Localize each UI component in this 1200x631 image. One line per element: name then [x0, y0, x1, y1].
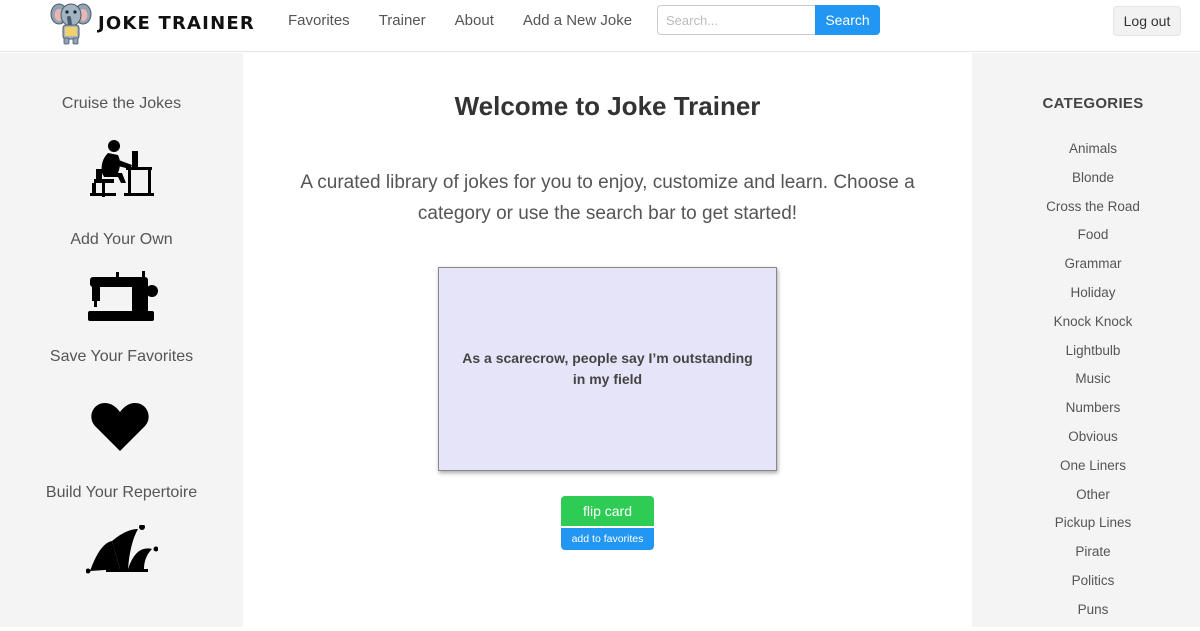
person-at-computer-icon: [90, 140, 154, 197]
feature-label-cruise: Cruise the Jokes: [61, 95, 182, 112]
categories-sidebar: CATEGORIES Animals Blonde Cross the Road…: [972, 53, 1200, 627]
feature-label-save: Save Your Favorites: [49, 348, 194, 365]
category-item-animals[interactable]: Animals: [972, 141, 1200, 170]
elephant-logo-icon: [50, 3, 92, 45]
category-item-holiday[interactable]: Holiday: [972, 285, 1200, 314]
jester-hat-icon: [86, 525, 158, 574]
category-item-knock-knock[interactable]: Knock Knock: [972, 314, 1200, 343]
joke-card[interactable]: As a scarecrow, people say I’m outstandi…: [438, 267, 777, 471]
search-form: Search: [657, 5, 880, 35]
logout-button[interactable]: Log out: [1113, 6, 1181, 36]
category-item-music[interactable]: Music: [972, 371, 1200, 400]
features-sidebar: Cruise the Jokes Add Your Own Save Your …: [0, 53, 243, 627]
category-item-numbers[interactable]: Numbers: [972, 400, 1200, 429]
category-item-one-liners[interactable]: One Liners: [972, 458, 1200, 487]
nav-link-favorites[interactable]: Favorites: [288, 12, 350, 29]
brand[interactable]: JOKE TRAINER: [50, 0, 255, 46]
category-item-grammar[interactable]: Grammar: [972, 256, 1200, 285]
category-item-pirate[interactable]: Pirate: [972, 544, 1200, 573]
category-item-food[interactable]: Food: [972, 227, 1200, 256]
category-item-other[interactable]: Other: [972, 487, 1200, 516]
feature-label-add: Add Your Own: [70, 231, 173, 248]
search-button[interactable]: Search: [815, 5, 880, 35]
brand-name: JOKE TRAINER: [98, 12, 255, 34]
nav-links: Favorites Trainer About Add a New Joke: [288, 12, 661, 29]
main-content: Welcome to Joke Trainer A curated librar…: [243, 53, 972, 627]
category-item-obvious[interactable]: Obvious: [972, 429, 1200, 458]
heart-icon: [91, 403, 149, 451]
nav-link-add-new-joke[interactable]: Add a New Joke: [523, 12, 632, 29]
nav-link-trainer[interactable]: Trainer: [379, 12, 426, 29]
feature-label-build: Build Your Repertoire: [45, 484, 198, 501]
category-item-puns[interactable]: Puns: [972, 602, 1200, 631]
nav-link-about[interactable]: About: [455, 12, 494, 29]
top-navbar: JOKE TRAINER Favorites Trainer About Add…: [0, 0, 1200, 52]
category-item-cross-the-road[interactable]: Cross the Road: [972, 199, 1200, 228]
joke-text: As a scarecrow, people say I’m outstandi…: [462, 350, 753, 387]
category-item-blonde[interactable]: Blonde: [972, 170, 1200, 199]
add-to-favorites-button[interactable]: add to favorites: [561, 528, 654, 550]
categories-title: CATEGORIES: [1042, 95, 1144, 112]
search-input[interactable]: [657, 5, 815, 35]
sewing-machine-icon: [88, 271, 158, 321]
categories-list: Animals Blonde Cross the Road Food Gramm…: [972, 141, 1200, 631]
category-item-politics[interactable]: Politics: [972, 573, 1200, 602]
flip-card-button[interactable]: flip card: [561, 496, 654, 526]
intro-text: A curated library of jokes for you to en…: [300, 172, 915, 224]
category-item-lightbulb[interactable]: Lightbulb: [972, 343, 1200, 372]
page-title: Welcome to Joke Trainer: [454, 91, 761, 121]
category-item-pickup-lines[interactable]: Pickup Lines: [972, 515, 1200, 544]
